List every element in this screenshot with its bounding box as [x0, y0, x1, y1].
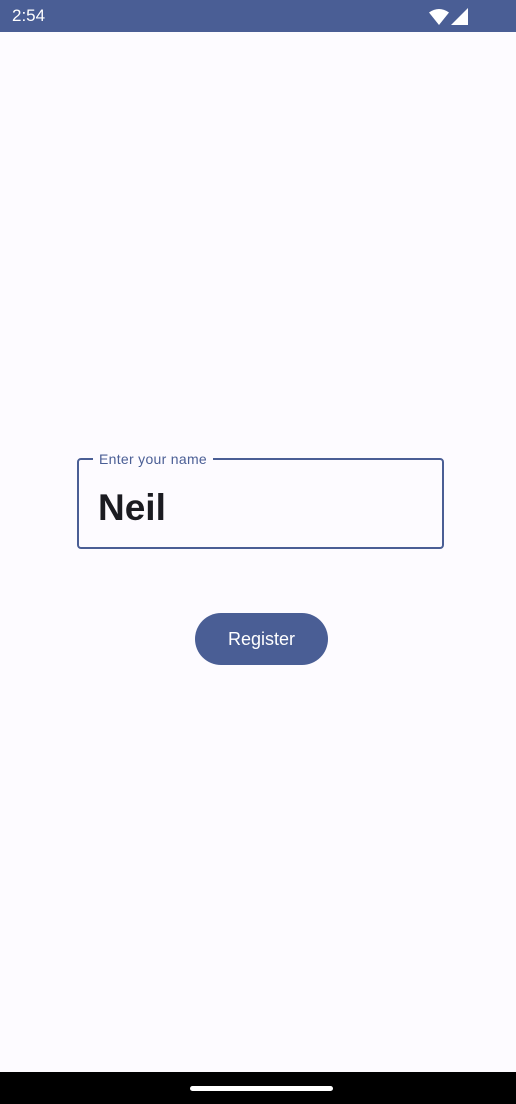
name-field-value[interactable]: Neil	[98, 486, 166, 530]
navigation-bar	[0, 1072, 516, 1104]
wifi-icon	[429, 9, 449, 25]
name-field-label: Enter your name	[93, 450, 213, 468]
name-input-field[interactable]: Enter your name Neil	[77, 450, 444, 549]
cell-signal-icon	[451, 8, 468, 25]
status-time: 2:54	[12, 6, 46, 25]
app-screen: 2:54 Enter your name Neil Register	[0, 0, 516, 1104]
home-handle[interactable]	[190, 1086, 333, 1091]
status-bar: 2:54	[0, 0, 516, 32]
status-icons	[429, 7, 468, 25]
register-button[interactable]: Register	[195, 613, 328, 665]
